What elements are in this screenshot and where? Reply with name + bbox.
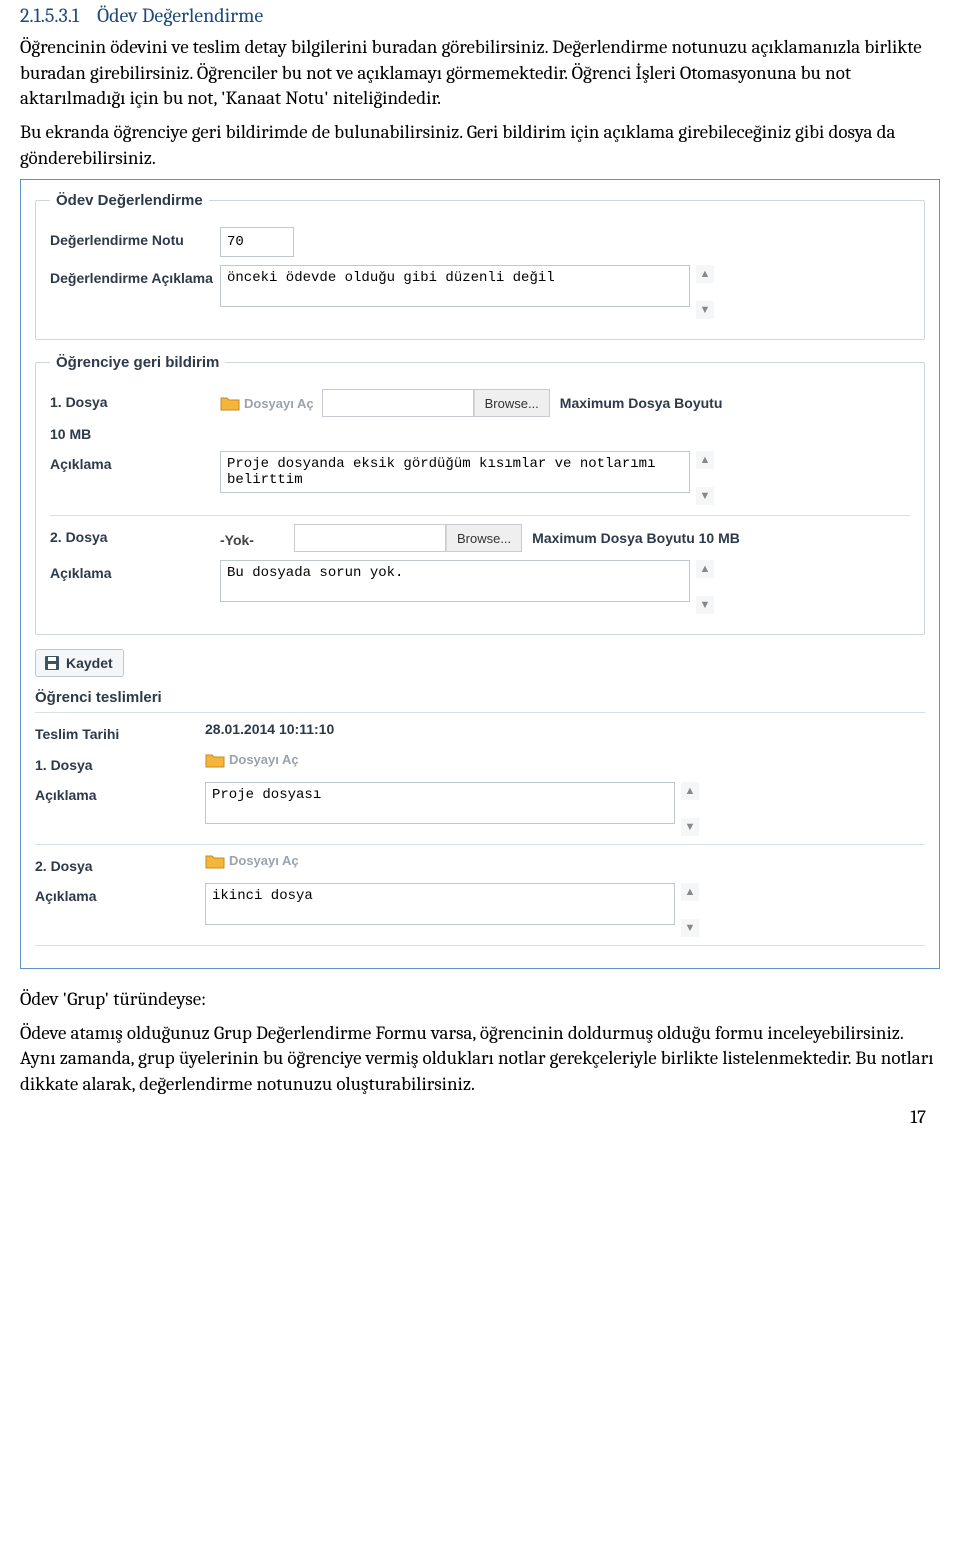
feedback-legend: Öğrenciye geri bildirim	[50, 354, 225, 371]
file1-input[interactable]: Browse...	[322, 389, 550, 417]
scroll-up-icon[interactable]: ▲	[696, 451, 714, 469]
evaluation-desc-textarea[interactable]	[220, 265, 690, 307]
section-heading: 2.1.5.3.1 Ödev Değerlendirme	[20, 4, 940, 27]
max-size-label-1a: Maximum Dosya Boyutu	[560, 395, 723, 411]
scroll-down-icon[interactable]: ▼	[696, 596, 714, 614]
folder-icon	[205, 853, 225, 869]
section-title: Ödev Değerlendirme	[97, 4, 263, 27]
divider	[35, 945, 925, 946]
divider	[35, 844, 925, 845]
browse-button[interactable]: Browse...	[474, 390, 549, 416]
submission-date-label: Teslim Tarihi	[35, 721, 205, 743]
page-number: 17	[20, 1106, 940, 1128]
max-size-label-1b: 10 MB	[50, 421, 220, 443]
max-size-label-2: Maximum Dosya Boyutu 10 MB	[532, 530, 740, 546]
scroll-up-icon[interactable]: ▲	[681, 782, 699, 800]
form-screenshot: Ödev Değerlendirme Değerlendirme Notu De…	[20, 179, 940, 969]
submission-desc1-label: Açıklama	[35, 782, 205, 804]
scroll-down-icon[interactable]: ▼	[681, 919, 699, 937]
save-button[interactable]: Kaydet	[35, 649, 124, 677]
intro-paragraph-1: Öğrencinin ödevini ve teslim detay bilgi…	[20, 35, 940, 112]
submission-desc2-label: Açıklama	[35, 883, 205, 905]
file1-label: 1. Dosya	[50, 389, 220, 411]
scroll-down-icon[interactable]: ▼	[696, 301, 714, 319]
scroll-up-icon[interactable]: ▲	[681, 883, 699, 901]
feedback-desc1-textarea[interactable]	[220, 451, 690, 493]
outro-heading: Ödev 'Grup' türündeyse:	[20, 987, 940, 1013]
browse-button[interactable]: Browse...	[446, 525, 521, 551]
evaluation-desc-label: Değerlendirme Açıklama	[50, 265, 220, 287]
feedback-fieldset: Öğrenciye geri bildirim 1. Dosya Dosyayı…	[35, 354, 925, 635]
submission-desc1-textarea[interactable]	[205, 782, 675, 824]
submission-date-value: 28.01.2014 10:11:10	[205, 721, 334, 737]
outro-paragraph: Ödeve atamış olduğunuz Grup Değerlendirm…	[20, 1021, 940, 1098]
feedback-desc2-textarea[interactable]	[220, 560, 690, 602]
scroll-up-icon[interactable]: ▲	[696, 265, 714, 283]
scroll-up-icon[interactable]: ▲	[696, 560, 714, 578]
file2-value: -Yok-	[220, 528, 254, 548]
submission-file1-label: 1. Dosya	[35, 752, 205, 774]
evaluation-fieldset: Ödev Değerlendirme Değerlendirme Notu De…	[35, 192, 925, 340]
grade-label: Değerlendirme Notu	[50, 227, 220, 249]
feedback-desc2-label: Açıklama	[50, 560, 220, 582]
divider	[50, 515, 910, 516]
folder-icon	[220, 395, 240, 411]
file2-input[interactable]: Browse...	[294, 524, 522, 552]
scroll-down-icon[interactable]: ▼	[681, 818, 699, 836]
grade-input[interactable]	[220, 227, 294, 257]
save-icon	[44, 655, 60, 671]
open-file-link[interactable]: Dosyayı Aç	[229, 752, 299, 767]
open-file-link[interactable]: Dosyayı Aç	[244, 396, 314, 411]
evaluation-legend: Ödev Değerlendirme	[50, 192, 209, 209]
submission-desc2-textarea[interactable]	[205, 883, 675, 925]
feedback-desc1-label: Açıklama	[50, 451, 220, 473]
folder-icon	[205, 752, 225, 768]
save-button-label: Kaydet	[66, 655, 113, 671]
open-file-link[interactable]: Dosyayı Aç	[229, 853, 299, 868]
file2-label: 2. Dosya	[50, 524, 220, 546]
divider	[35, 712, 925, 713]
submission-file2-label: 2. Dosya	[35, 853, 205, 875]
section-number: 2.1.5.3.1	[20, 4, 79, 27]
intro-paragraph-2: Bu ekranda öğrenciye geri bildirimde de …	[20, 120, 940, 171]
submissions-heading: Öğrenci teslimleri	[35, 689, 925, 706]
scroll-down-icon[interactable]: ▼	[696, 487, 714, 505]
